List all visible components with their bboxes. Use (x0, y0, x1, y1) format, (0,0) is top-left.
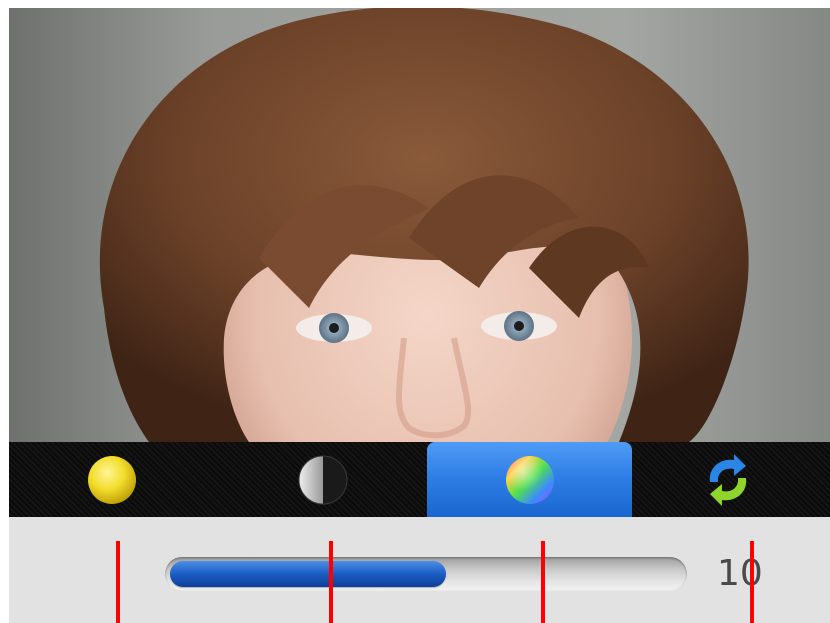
saturation-slider[interactable] (165, 557, 687, 591)
contrast-tool-button[interactable] (220, 442, 425, 517)
reset-tool-button[interactable] (625, 442, 830, 517)
adjustment-panel: 10 (9, 517, 830, 623)
refresh-arrows-icon (709, 453, 746, 506)
red-marker-line (329, 541, 333, 623)
slider-fill (170, 561, 447, 587)
half-circle-contrast-icon (298, 455, 347, 504)
red-marker-line (750, 541, 754, 623)
portrait-image (9, 8, 830, 442)
adjustment-toolbar (9, 442, 830, 517)
red-marker-line (116, 541, 120, 623)
brightness-tool-button[interactable] (9, 442, 214, 517)
slider-value: 10 (717, 553, 763, 594)
color-wheel-icon (505, 455, 554, 504)
saturation-tool-button[interactable] (427, 442, 632, 517)
photo-preview (9, 8, 830, 442)
photo-editor-screen: 10 (0, 0, 830, 623)
yellow-circle-icon (87, 455, 136, 504)
red-marker-line (541, 541, 545, 623)
